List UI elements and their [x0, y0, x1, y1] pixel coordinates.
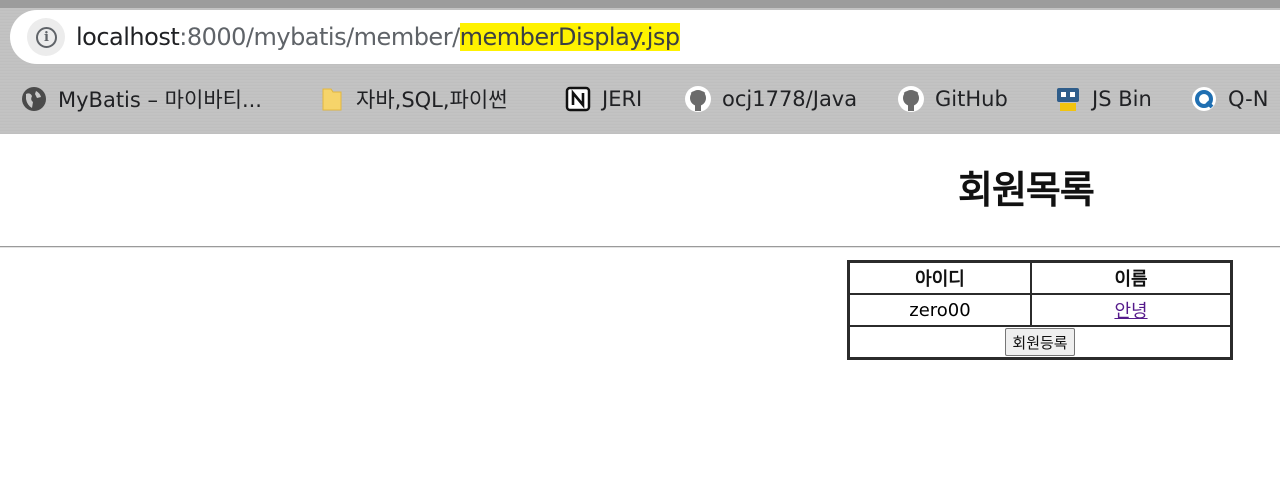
table-row: zero00 안녕	[849, 294, 1231, 326]
globe-icon	[22, 87, 46, 111]
member-table: 아이디 이름 zero00 안녕 회원등록	[847, 260, 1233, 360]
github-icon	[898, 86, 924, 112]
tab-strip	[0, 0, 1280, 8]
jsbin-icon	[1057, 88, 1079, 111]
bookmark-jsbin[interactable]: JS Bin	[1054, 76, 1152, 122]
table-footer-row: 회원등록	[849, 326, 1231, 358]
bookmark-label: 자바,SQL,파이썬	[356, 88, 508, 112]
horizontal-rule	[0, 246, 1280, 248]
bookmark-label: Q-N	[1228, 87, 1269, 111]
info-icon: i	[36, 27, 57, 48]
table-header-row: 아이디 이름	[849, 262, 1231, 294]
bookmark-github[interactable]: GitHub	[897, 76, 1008, 122]
bookmark-label: ocj1778/Java	[722, 87, 858, 111]
bookmark-folder[interactable]: 자바,SQL,파이썬	[318, 76, 508, 122]
site-info-button[interactable]: i	[27, 18, 65, 56]
bookmark-ocj1778[interactable]: ocj1778/Java	[684, 76, 857, 122]
address-bar[interactable]: i localhost:8000/mybatis/member/memberDi…	[10, 10, 1280, 64]
bookmark-label: MyBatis – 마이바티...	[58, 88, 262, 112]
register-member-button[interactable]: 회원등록	[1005, 328, 1075, 356]
bookmark-label: GitHub	[935, 87, 1008, 111]
bookmark-label: JS Bin	[1092, 87, 1152, 111]
url-highlight: memberDisplay.jsp	[459, 23, 680, 51]
column-header-name: 이름	[1031, 262, 1231, 294]
bookmark-mybatis[interactable]: MyBatis – 마이바티...	[20, 76, 262, 122]
column-header-id: 아이디	[849, 262, 1031, 294]
bookmark-label: JERI	[602, 87, 643, 111]
url-host: localhost	[76, 23, 180, 51]
folder-icon	[322, 88, 342, 111]
notion-icon	[565, 86, 591, 112]
bookmarks-bar: MyBatis – 마이바티... 자바,SQL,파이썬 JERI ocj177…	[0, 76, 1280, 122]
member-name-link[interactable]: 안녕	[1114, 301, 1147, 322]
q-icon	[1192, 87, 1216, 111]
member-name-cell: 안녕	[1031, 294, 1231, 326]
page-title: 회원목록	[958, 168, 1095, 212]
bookmark-jeri[interactable]: JERI	[564, 76, 642, 122]
browser-chrome: i localhost:8000/mybatis/member/memberDi…	[0, 0, 1280, 134]
button-cell: 회원등록	[849, 326, 1231, 358]
url-text[interactable]: localhost:8000/mybatis/member/memberDisp…	[76, 21, 680, 53]
bookmark-qn[interactable]: Q-N	[1190, 76, 1268, 122]
url-path: :8000/mybatis/member/	[179, 23, 460, 51]
member-id-cell: zero00	[849, 294, 1031, 326]
github-icon	[685, 86, 711, 112]
